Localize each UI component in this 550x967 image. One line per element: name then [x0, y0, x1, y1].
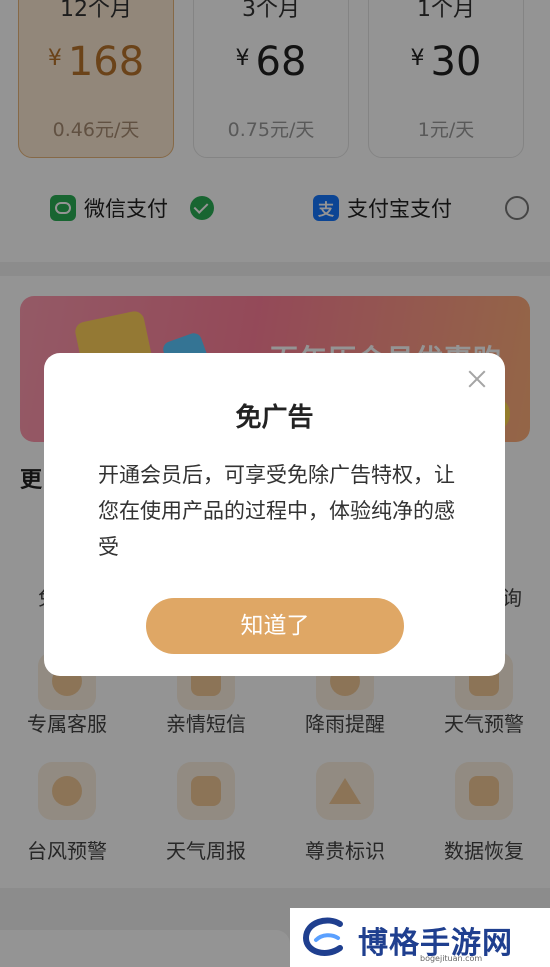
watermark-url: bogejituan.com	[420, 954, 483, 963]
close-icon[interactable]	[465, 367, 489, 391]
watermark-logo-icon	[302, 917, 343, 956]
ad-free-dialog: 免广告 开通会员后，可享受免除广告特权，让您在使用产品的过程中，体验纯净的感受 …	[44, 353, 505, 676]
dialog-title: 免广告	[235, 403, 314, 433]
watermark: 博格手游网 bogejituan.com	[290, 908, 550, 967]
dialog-message: 开通会员后，可享受免除广告特权，让您在使用产品的过程中，体验纯净的感受	[98, 463, 455, 559]
got-it-button[interactable]: 知道了	[146, 598, 404, 654]
